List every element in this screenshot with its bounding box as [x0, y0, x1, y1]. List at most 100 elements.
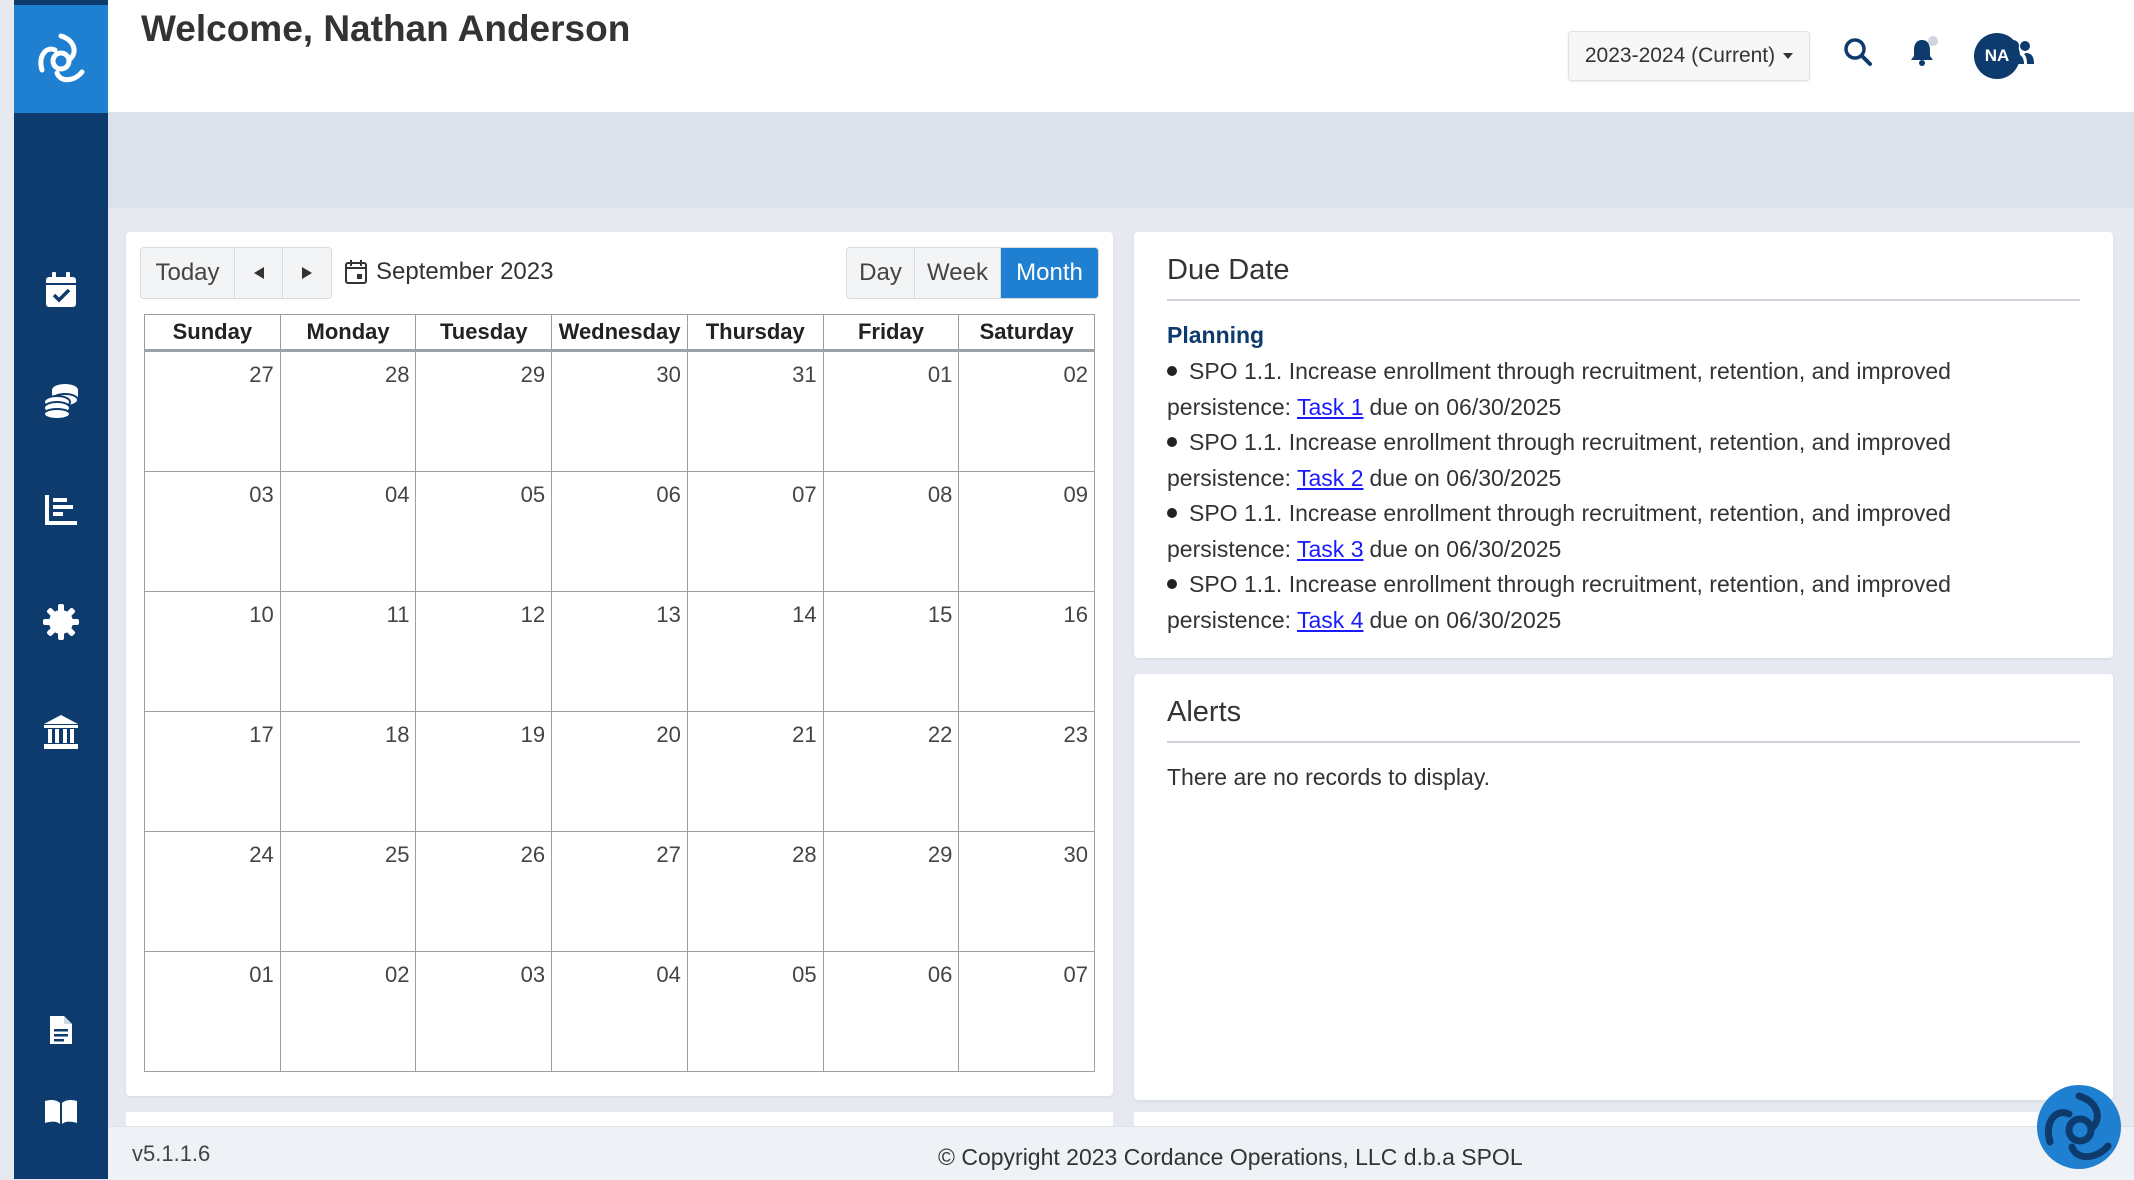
calendar-day-cell[interactable]: 19 [416, 712, 553, 831]
task-link[interactable]: Task 1 [1297, 394, 1363, 420]
calendar-day-cell[interactable]: 12 [416, 592, 553, 711]
notifications-button[interactable] [1900, 30, 1944, 74]
sidebar-item-settings[interactable] [14, 592, 108, 652]
calendar-toolbar: Today September 2023 Day Week Month [140, 247, 1099, 299]
calendar-day-cell[interactable]: 06 [552, 472, 688, 591]
app-logo[interactable] [14, 5, 108, 113]
day-number: 12 [520, 602, 546, 627]
view-week-button[interactable]: Week [915, 248, 1001, 298]
calendar-card: Today September 2023 Day Week Month Sund… [126, 232, 1113, 1096]
day-number: 30 [656, 362, 681, 387]
institution-icon [44, 715, 78, 749]
calendar-day-cell[interactable]: 02 [281, 952, 417, 1071]
version-label: v5.1.1.6 [132, 1141, 211, 1166]
day-number: 27 [656, 842, 681, 867]
sidebar-item-guide[interactable] [14, 1082, 108, 1142]
day-number: 24 [249, 842, 274, 867]
sidebar-item-reports[interactable] [14, 480, 108, 540]
day-number: 01 [249, 962, 274, 987]
view-month-button[interactable]: Month [1001, 248, 1098, 298]
calendar-day-cell[interactable]: 01 [824, 352, 960, 471]
calendar-day-cell[interactable]: 27 [552, 832, 688, 951]
weekday-sunday: Sunday [145, 315, 281, 349]
day-number: 29 [927, 842, 953, 867]
due-item-date: due on 06/30/2025 [1369, 464, 1562, 491]
calendar-day-cell[interactable]: 09 [959, 472, 1096, 591]
calendar-day-cell[interactable]: 16 [959, 592, 1096, 711]
calendar-day-cell[interactable]: 04 [281, 472, 417, 591]
calendar-day-cell[interactable]: 05 [688, 952, 824, 1071]
weekday-friday: Friday [824, 315, 960, 349]
calendar-day-cell[interactable]: 05 [416, 472, 553, 591]
academic-year-select[interactable]: 2023-2024 (Current) [1568, 31, 1810, 81]
day-number: 28 [792, 842, 817, 867]
calendar-day-cell[interactable]: 07 [688, 472, 824, 591]
calendar-day-cell[interactable]: 08 [824, 472, 960, 591]
calendar-day-cell[interactable]: 20 [552, 712, 688, 831]
calendar-day-cell[interactable]: 27 [145, 352, 281, 471]
sidebar-item-calendar[interactable] [14, 260, 108, 320]
calendar-day-cell[interactable]: 24 [145, 832, 281, 951]
task-link[interactable]: Task 3 [1297, 536, 1363, 562]
calendar-day-cell[interactable]: 30 [959, 832, 1096, 951]
sidebar-item-budget[interactable] [14, 370, 108, 430]
calendar-day-cell[interactable]: 01 [145, 952, 281, 1071]
day-number: 02 [384, 962, 410, 987]
bullet-icon [1167, 507, 1177, 518]
calendar-day-cell[interactable]: 26 [416, 832, 553, 951]
calendar-day-cell[interactable]: 06 [824, 952, 960, 1071]
day-number: 28 [384, 362, 410, 387]
view-day-button[interactable]: Day [847, 248, 915, 298]
calendar-day-cell[interactable]: 10 [145, 592, 281, 711]
day-number: 06 [656, 482, 681, 507]
calendar-day-cell[interactable]: 29 [824, 832, 960, 951]
calendar-day-cell[interactable]: 21 [688, 712, 824, 831]
avatar[interactable]: NA [1974, 33, 2020, 79]
next-month-button[interactable] [283, 248, 331, 298]
month-picker[interactable]: September 2023 [344, 247, 553, 297]
alerts-empty-message: There are no records to display. [1167, 764, 1491, 790]
due-item-date: due on 06/30/2025 [1369, 535, 1562, 562]
due-item: SPO 1.1. Increase enrollment through rec… [1167, 496, 2027, 567]
due-item-date: due on 06/30/2025 [1369, 606, 1562, 633]
calendar-day-cell[interactable]: 15 [824, 592, 960, 711]
calendar-day-cell[interactable]: 18 [281, 712, 417, 831]
calendar-day-cell[interactable]: 04 [552, 952, 688, 1071]
next-card-edge-left [126, 1112, 1113, 1126]
task-link[interactable]: Task 4 [1297, 607, 1363, 633]
sidebar-item-documents[interactable] [14, 1000, 108, 1060]
day-number: 26 [520, 842, 546, 867]
calendar-day-cell[interactable]: 31 [688, 352, 824, 471]
search-icon [1844, 38, 1872, 66]
calendar-day-cell[interactable]: 03 [145, 472, 281, 591]
caret-right-icon [302, 267, 312, 279]
calendar-day-cell[interactable]: 25 [281, 832, 417, 951]
calendar-day-cell[interactable]: 03 [416, 952, 553, 1071]
today-button[interactable]: Today [141, 248, 235, 298]
day-number: 17 [249, 722, 274, 747]
calendar-day-cell[interactable]: 23 [959, 712, 1096, 831]
calendar-day-cell[interactable]: 11 [281, 592, 417, 711]
calendar-day-cell[interactable]: 13 [552, 592, 688, 711]
help-widget-button[interactable] [2034, 1082, 2124, 1172]
calendar-day-cell[interactable]: 28 [281, 352, 417, 471]
calendar-day-cell[interactable]: 14 [688, 592, 824, 711]
calendar-day-cell[interactable]: 30 [552, 352, 688, 471]
calendar-day-cell[interactable]: 07 [959, 952, 1096, 1071]
calendar-day-cell[interactable]: 02 [959, 352, 1096, 471]
due-item: SPO 1.1. Increase enrollment through rec… [1167, 425, 2027, 496]
task-link[interactable]: Task 2 [1297, 465, 1363, 491]
day-number: 04 [384, 482, 410, 507]
prev-month-button[interactable] [235, 248, 283, 298]
calendar-day-cell[interactable]: 28 [688, 832, 824, 951]
chart-bar-icon [45, 495, 77, 525]
calendar-day-cell[interactable]: 29 [416, 352, 553, 471]
sidebar-item-institution[interactable] [14, 702, 108, 762]
copyright-text: © Copyright 2023 Cordance Operations, LL… [938, 1144, 1523, 1170]
calendar-day-cell[interactable]: 22 [824, 712, 960, 831]
due-item-date: due on 06/30/2025 [1369, 393, 1562, 420]
search-button[interactable] [1836, 30, 1880, 74]
planning-heading: Planning [1167, 322, 1265, 348]
day-number: 11 [386, 602, 410, 627]
calendar-day-cell[interactable]: 17 [145, 712, 281, 831]
